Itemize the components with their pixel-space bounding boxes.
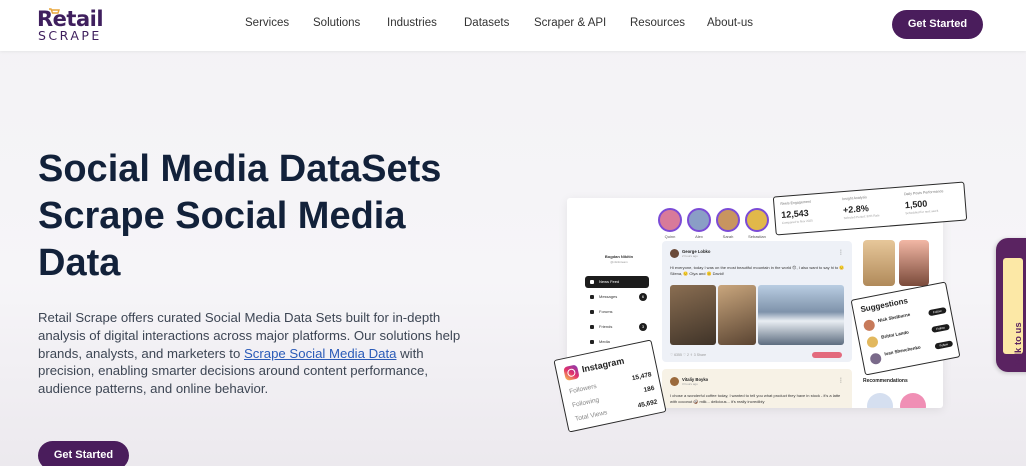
hero-title-line3: Data	[38, 242, 121, 284]
post-text: I chose a wonderful coffee today, I want…	[670, 393, 841, 404]
hero-description: Retail Scrape offers curated Social Medi…	[38, 309, 478, 398]
mock-menu-label: Media	[599, 339, 610, 344]
recommendations-title: Recommendations	[863, 378, 908, 384]
message-icon	[590, 295, 594, 299]
story-item: Quinn	[655, 208, 685, 239]
avatar	[867, 393, 893, 408]
follow-button: Follow	[927, 306, 947, 317]
stat-reels: Reels Engagement 12,543 Compared to Nov …	[780, 198, 838, 225]
follow-button: Follow	[931, 323, 951, 333]
mock-user-handle: @nikitinteam	[610, 260, 628, 264]
talk-to-us-inner: Talk to us	[1003, 258, 1024, 366]
mock-menu-messages: Messages 6	[585, 291, 649, 303]
more-icon: ⋮	[838, 378, 844, 384]
logo-subtitle: SCRAPE	[38, 28, 102, 43]
suggestions-title: Suggestions	[859, 296, 909, 315]
nav-about-us[interactable]: About-us	[707, 17, 753, 29]
stat-insight: Insight Analysis +2.8% Selected Period: …	[842, 193, 900, 220]
nav-scraper-api[interactable]: Scraper & API	[534, 17, 606, 29]
avatar	[862, 318, 876, 332]
media-icon	[590, 340, 594, 344]
mock-menu-news-feed: News Feed	[585, 276, 649, 288]
mock-sidebar: Bogdan Nikitin @nikitinteam News Feed Me…	[585, 254, 653, 344]
nav-services[interactable]: Services	[245, 17, 289, 29]
forum-icon	[590, 310, 594, 314]
scrape-social-media-data-link[interactable]: Scrape Social Media Data	[244, 346, 396, 361]
row-value: 45,692	[637, 398, 659, 410]
stat-label: Reels Engagement	[780, 199, 812, 207]
story-item: Sebastian	[742, 208, 772, 239]
instagram-icon	[563, 364, 580, 382]
logo-wordmark: Retail	[37, 7, 104, 31]
nav-solutions[interactable]: Solutions	[313, 17, 360, 29]
mock-post: George Lobko 2 hours ago ⋮ Hi everyone, …	[662, 241, 852, 362]
row-label: Total Views	[574, 409, 608, 423]
story-name: Quinn	[664, 234, 676, 239]
count-badge: 3	[639, 323, 647, 331]
post-text: Hi everyone, today I was on the most bea…	[670, 265, 845, 276]
follow-button: Follow	[934, 340, 954, 350]
stat-label: Daily Posts Performance	[903, 189, 944, 197]
stat-daily-posts: Daily Posts Performance 1,500 Scheduled …	[904, 188, 962, 215]
nav-datasets[interactable]: Datasets	[464, 17, 509, 29]
avatar	[658, 208, 682, 232]
mock-user-name: Bogdan Nikitin	[604, 254, 634, 259]
mock-menu-label: Messages	[599, 294, 618, 299]
photo-card	[863, 240, 895, 286]
talk-to-us-label: Talk to us	[1013, 322, 1024, 366]
avatar	[716, 208, 740, 232]
story-item: Sarah	[713, 208, 743, 239]
coffee-photo	[670, 285, 716, 345]
top-navbar: Retail SCRAPE Services Solutions Industr…	[0, 0, 1026, 51]
avatar	[670, 377, 679, 386]
post-actions: ♡ 6355 ♡ 2 ⇪ 3 Share	[670, 353, 707, 357]
mock-menu-label: Friends	[599, 324, 613, 329]
talk-to-us-tab[interactable]: Talk to us	[996, 238, 1026, 372]
row-label: Followers	[568, 382, 598, 396]
hero-get-started-button[interactable]: Get Started	[38, 441, 129, 466]
mock-menu-label: Forums	[599, 309, 613, 314]
story-name: Sebastian	[748, 234, 766, 239]
mock-menu-forums: Forums	[585, 306, 649, 318]
nav-resources[interactable]: Resources	[630, 17, 685, 29]
mock-menu-friends: Friends 3	[585, 321, 649, 333]
post-time: 3 hours ago	[682, 382, 698, 386]
more-icon: ⋮	[838, 250, 844, 256]
story-item: Alex	[684, 208, 714, 239]
instagram-title: Instagram	[580, 355, 626, 375]
hero-title-line1: Social Media DataSets	[38, 148, 442, 190]
avatar	[670, 249, 679, 258]
reaction-bar	[812, 352, 842, 358]
stat-label: Insight Analysis	[842, 195, 868, 202]
avatar	[900, 393, 926, 408]
row-value: 15,478	[631, 371, 653, 383]
row-value: 186	[643, 384, 656, 394]
retail-scrape-logo[interactable]: Retail SCRAPE	[37, 8, 109, 44]
story-name: Sarah	[722, 234, 734, 239]
avatar	[869, 352, 883, 366]
avatar	[687, 208, 711, 232]
hero-title: Social Media DataSets Scrape Social Medi…	[38, 146, 508, 287]
suggestion-name: Nick Shelburne	[877, 311, 911, 324]
mock-menu-label: News Feed	[599, 279, 620, 284]
home-icon	[590, 280, 594, 284]
count-badge: 6	[639, 293, 647, 301]
friends-icon	[590, 325, 594, 329]
avatar	[745, 208, 769, 232]
row-label: Following	[571, 396, 600, 410]
nav-get-started-button[interactable]: Get Started	[892, 10, 983, 39]
avatar	[866, 335, 879, 349]
post-time: 2 hours ago	[682, 254, 698, 258]
mock-post: Vitaliy Boyko 3 hours ago ⋮ I chose a wo…	[662, 369, 852, 408]
coffee-photo	[718, 285, 756, 345]
photo-card	[899, 240, 929, 286]
nav-industries[interactable]: Industries	[387, 17, 437, 29]
story-name: Alex	[695, 234, 703, 239]
hero-title-line2: Scrape Social Media	[38, 195, 406, 237]
mountain-photo	[758, 285, 844, 345]
